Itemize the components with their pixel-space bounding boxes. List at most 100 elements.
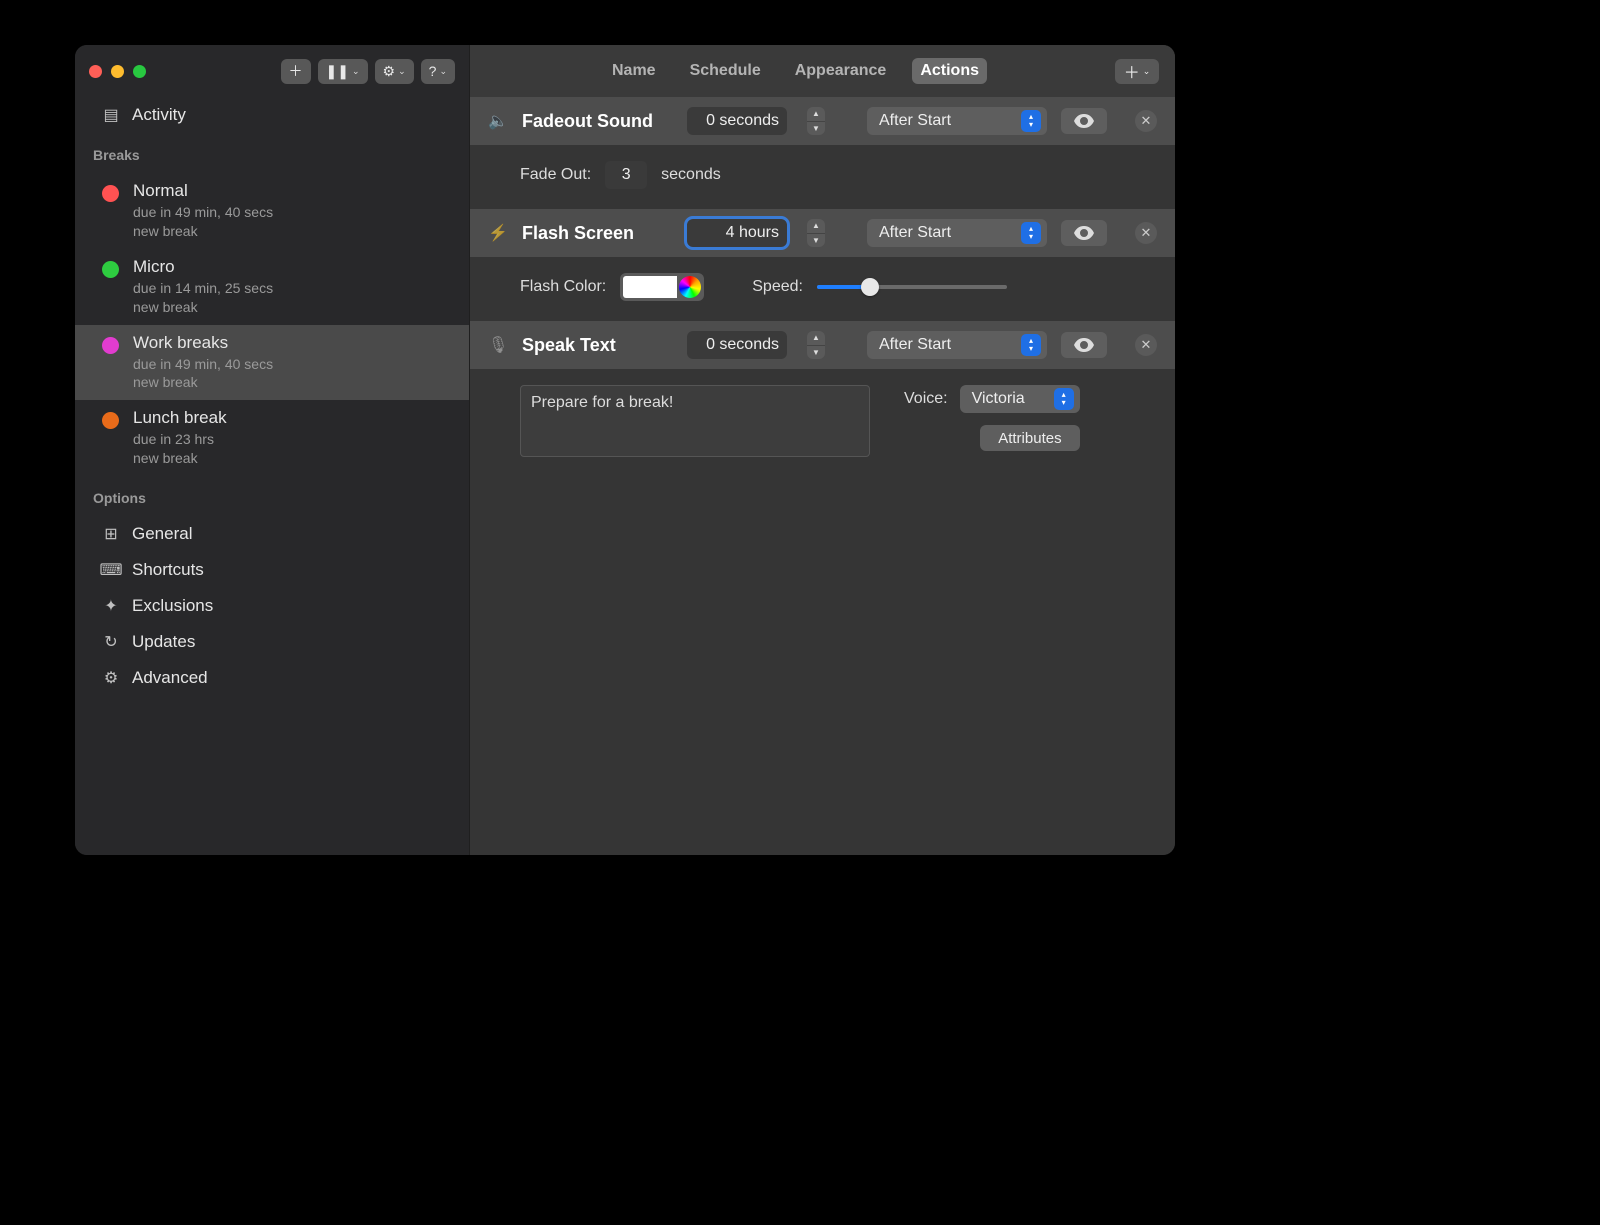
flash-speed-slider[interactable] [817, 277, 1007, 297]
eye-icon [1074, 226, 1094, 240]
eye-icon [1074, 114, 1094, 128]
traffic-lights [89, 65, 146, 78]
options-header: Options [75, 476, 469, 516]
break-title: Normal [133, 181, 273, 201]
speaker-icon: 🔈 [488, 111, 508, 131]
updown-icon: ▴▾ [1021, 222, 1041, 244]
fadeout-delay-input[interactable] [687, 107, 787, 135]
break-title: Work breaks [133, 333, 273, 353]
break-title: Micro [133, 257, 273, 277]
fadeout-when-select[interactable]: After Start ▴▾ [867, 107, 1047, 135]
color-dot-icon [102, 337, 119, 354]
sidebar-item-advanced[interactable]: ⚙ Advanced [75, 660, 469, 696]
updown-icon: ▴▾ [1054, 388, 1074, 410]
preview-button[interactable] [1061, 220, 1107, 246]
sidebar-item-activity[interactable]: ▤ Activity [75, 97, 469, 133]
preview-button[interactable] [1061, 108, 1107, 134]
fadeout-delay-field[interactable] [687, 107, 787, 135]
action-header: ⚡ Flash Screen ▲▼ After Start ▴▾ ✕ [470, 209, 1175, 257]
add-break-button[interactable]: ＋ [281, 59, 311, 84]
minimize-window-button[interactable] [111, 65, 124, 78]
updates-icon: ↻ [102, 633, 120, 651]
close-window-button[interactable] [89, 65, 102, 78]
sidebar-item-general[interactable]: ⊞ General [75, 516, 469, 552]
color-dot-icon [102, 412, 119, 429]
speak-delay-input[interactable] [687, 331, 787, 359]
tab-schedule[interactable]: Schedule [682, 58, 769, 84]
flash-color-label: Flash Color: [520, 278, 606, 296]
combo-value: After Start [879, 224, 1011, 242]
action-flash-screen: ⚡ Flash Screen ▲▼ After Start ▴▾ ✕ Flash [470, 209, 1175, 321]
voice-row: Voice: Victoria ▴▾ [904, 385, 1080, 413]
eye-icon [1074, 338, 1094, 352]
sidebar-item-shortcuts[interactable]: ⌨ Shortcuts [75, 552, 469, 588]
pause-menu-button[interactable]: ❚❚⌄ [318, 59, 368, 84]
fadeout-delay-stepper[interactable]: ▲▼ [807, 107, 825, 135]
slider-thumb[interactable] [861, 278, 879, 296]
break-subtitle: due in 23 hrs new break [133, 430, 227, 468]
fadeout-duration-label: Fade Out: [520, 166, 591, 184]
break-subtitle: due in 14 min, 25 secs new break [133, 279, 273, 317]
sidebar: ＋ ❚❚⌄ ⚙⌄ ?⌄ ▤ Activity Breaks Normal due… [75, 45, 469, 855]
break-item-micro[interactable]: Micro due in 14 min, 25 secs new break [75, 249, 469, 325]
sidebar-item-label: Exclusions [132, 596, 213, 616]
sidebar-item-updates[interactable]: ↻ Updates [75, 624, 469, 660]
app-window: ＋ ❚❚⌄ ⚙⌄ ?⌄ ▤ Activity Breaks Normal due… [75, 45, 1175, 855]
action-title: Flash Screen [522, 223, 652, 244]
exclusions-icon: ✦ [102, 597, 120, 615]
fadeout-body: Fade Out: seconds [470, 145, 1175, 209]
microphone-icon: 🎙 [488, 335, 508, 355]
speak-delay-field[interactable] [687, 331, 787, 359]
sidebar-item-label: Advanced [132, 668, 208, 688]
speak-body: Voice: Victoria ▴▾ Attributes [470, 369, 1175, 477]
flash-when-select[interactable]: After Start ▴▾ [867, 219, 1047, 247]
break-item-lunch-break[interactable]: Lunch break due in 23 hrs new break [75, 400, 469, 476]
speak-when-select[interactable]: After Start ▴▾ [867, 331, 1047, 359]
color-swatch-icon [623, 276, 677, 298]
break-item-work-breaks[interactable]: Work breaks due in 49 min, 40 secs new b… [75, 325, 469, 401]
break-text: Lunch break due in 23 hrs new break [133, 408, 227, 468]
remove-action-button[interactable]: ✕ [1135, 110, 1157, 132]
break-text: Work breaks due in 49 min, 40 secs new b… [133, 333, 273, 393]
sidebar-item-exclusions[interactable]: ✦ Exclusions [75, 588, 469, 624]
speak-delay-stepper[interactable]: ▲▼ [807, 331, 825, 359]
main-toolbar: Name Schedule Appearance Actions ＋⌄ [470, 45, 1175, 97]
bolt-icon: ⚡ [488, 223, 508, 243]
toolbar-left-group: ＋ ❚❚⌄ ⚙⌄ ?⌄ [281, 59, 455, 84]
flash-delay-field[interactable] [687, 219, 787, 247]
action-fadeout-sound: 🔈 Fadeout Sound ▲▼ After Start ▴▾ ✕ Fad [470, 97, 1175, 209]
zoom-window-button[interactable] [133, 65, 146, 78]
speak-text-input[interactable] [520, 385, 870, 457]
tab-appearance[interactable]: Appearance [787, 58, 895, 84]
preview-button[interactable] [1061, 332, 1107, 358]
flash-delay-stepper[interactable]: ▲▼ [807, 219, 825, 247]
main-panel: Name Schedule Appearance Actions ＋⌄ 🔈 Fa… [469, 45, 1175, 855]
remove-action-button[interactable]: ✕ [1135, 334, 1157, 356]
sidebar-item-label: Activity [132, 105, 186, 125]
add-action-button[interactable]: ＋⌄ [1115, 59, 1159, 84]
tab-actions[interactable]: Actions [912, 58, 987, 84]
titlebar-left: ＋ ❚❚⌄ ⚙⌄ ?⌄ [75, 45, 469, 97]
help-menu-button[interactable]: ?⌄ [421, 59, 455, 84]
activity-icon: ▤ [102, 106, 120, 124]
voice-select[interactable]: Victoria ▴▾ [960, 385, 1080, 413]
fadeout-duration-input[interactable] [605, 161, 647, 189]
action-header: 🔈 Fadeout Sound ▲▼ After Start ▴▾ ✕ [470, 97, 1175, 145]
break-item-normal[interactable]: Normal due in 49 min, 40 secs new break [75, 173, 469, 249]
flash-body: Flash Color: Speed: [470, 257, 1175, 321]
voice-column: Voice: Victoria ▴▾ Attributes [904, 385, 1080, 451]
flash-speed-label: Speed: [752, 278, 803, 296]
break-subtitle: due in 49 min, 40 secs new break [133, 203, 273, 241]
break-subtitle: due in 49 min, 40 secs new break [133, 355, 273, 393]
breaks-header: Breaks [75, 133, 469, 173]
advanced-icon: ⚙ [102, 669, 120, 687]
tab-bar: Name Schedule Appearance Actions [604, 58, 987, 84]
flash-delay-input[interactable] [687, 219, 787, 247]
attributes-button[interactable]: Attributes [980, 425, 1079, 451]
sidebar-item-label: General [132, 524, 192, 544]
tab-name[interactable]: Name [604, 58, 664, 84]
flash-color-well[interactable] [620, 273, 704, 301]
fadeout-duration-unit: seconds [661, 166, 721, 184]
remove-action-button[interactable]: ✕ [1135, 222, 1157, 244]
settings-menu-button[interactable]: ⚙⌄ [375, 59, 414, 84]
